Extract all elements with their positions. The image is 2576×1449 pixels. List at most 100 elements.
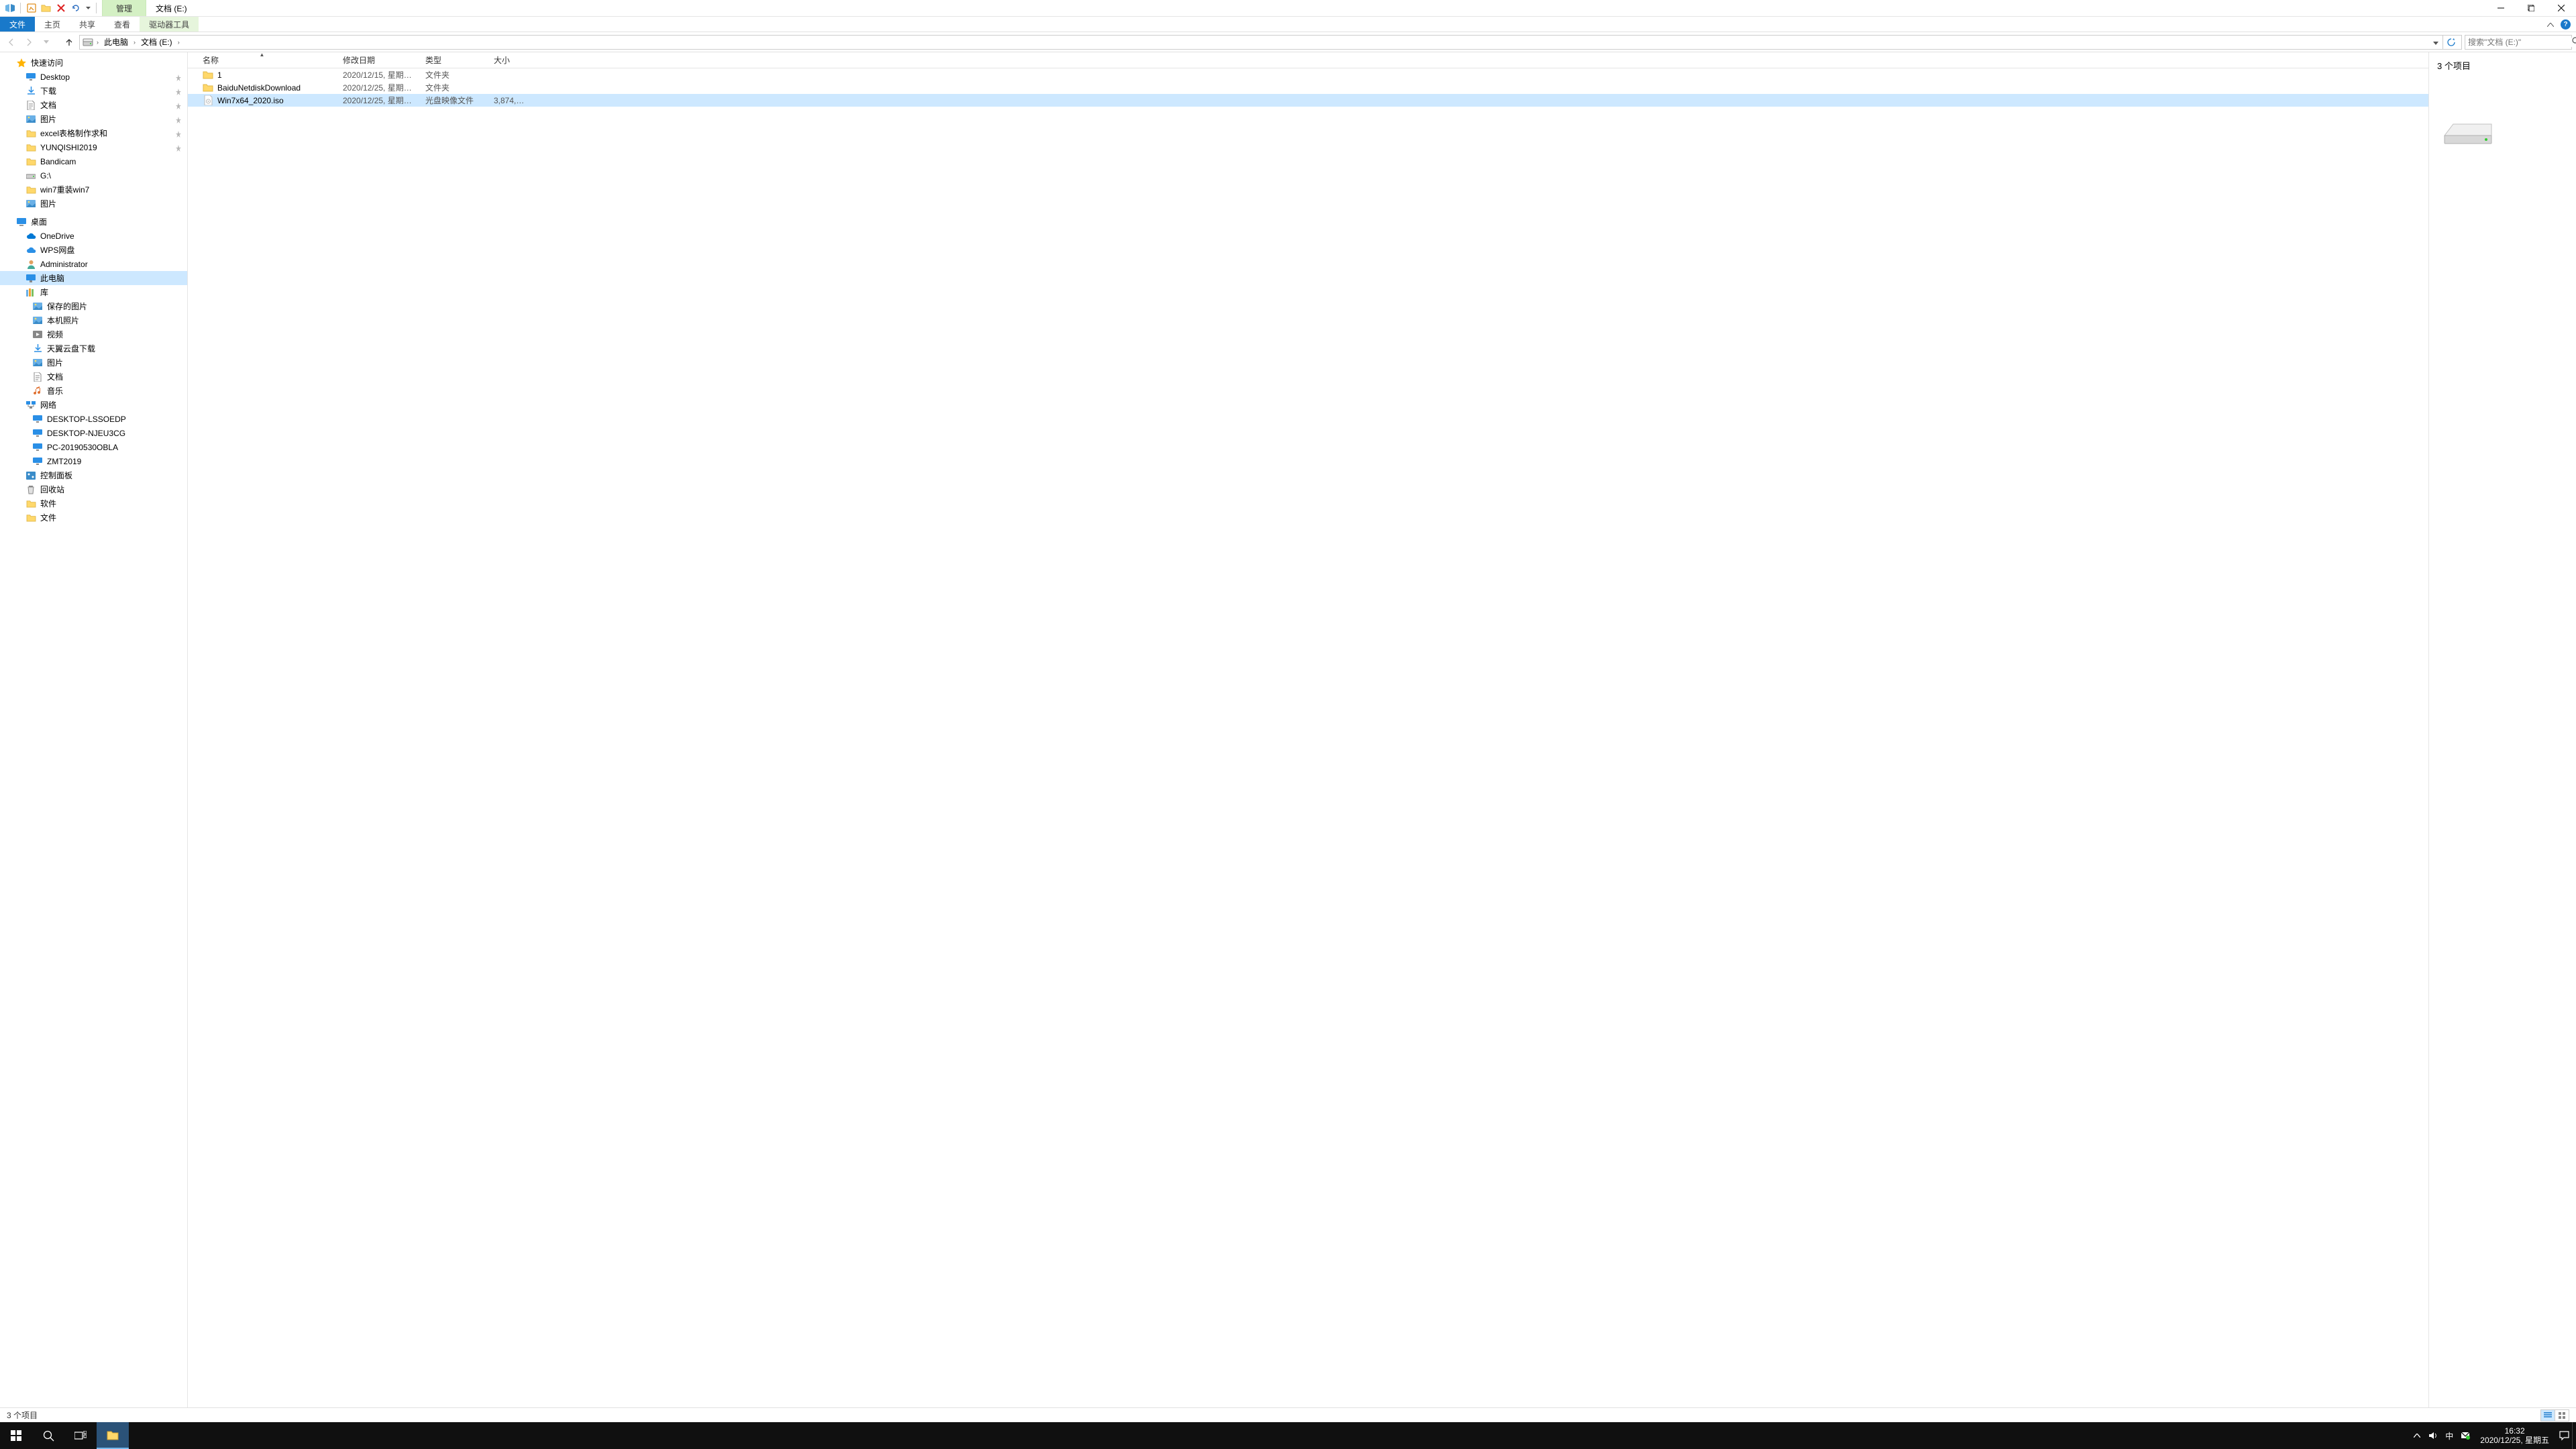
- nav-recent-dropdown[interactable]: [39, 35, 54, 50]
- tree-qa-item[interactable]: Desktop: [0, 70, 187, 84]
- breadcrumb-seg-root[interactable]: 此电脑: [102, 36, 130, 48]
- nav-up-button[interactable]: [62, 35, 76, 50]
- tree-label: 图片: [40, 113, 56, 125]
- col-name[interactable]: 名称▲: [188, 52, 336, 68]
- tree-user[interactable]: Administrator: [0, 257, 187, 271]
- tree-onedrive[interactable]: OneDrive: [0, 229, 187, 243]
- show-desktop-button[interactable]: [2572, 1422, 2576, 1449]
- item-icon: [32, 315, 43, 326]
- search-box[interactable]: [2465, 35, 2572, 50]
- file-row[interactable]: BaiduNetdiskDownload2020/12/25, 星期五 1...…: [188, 81, 2428, 94]
- action-center-icon[interactable]: [2556, 1422, 2572, 1449]
- taskbar: 中 16:32 2020/12/25, 星期五: [0, 1422, 2576, 1449]
- ribbon-expand-icon[interactable]: [2547, 19, 2554, 29]
- file-list[interactable]: 12020/12/15, 星期二 1...文件夹BaiduNetdiskDown…: [188, 68, 2428, 1407]
- ime-indicator[interactable]: 中: [2441, 1422, 2457, 1449]
- pin-icon: [175, 74, 182, 80]
- nav-back-button[interactable]: [4, 35, 19, 50]
- tree-wps[interactable]: WPS网盘: [0, 243, 187, 257]
- tree-lib-item[interactable]: 视频: [0, 327, 187, 341]
- search-icon[interactable]: [2572, 37, 2576, 48]
- col-type[interactable]: 类型: [419, 52, 487, 68]
- tree-qa-item[interactable]: excel表格制作求和: [0, 126, 187, 140]
- tree-lib-item[interactable]: 本机照片: [0, 313, 187, 327]
- tab-view[interactable]: 查看: [105, 17, 140, 32]
- tree-recycle[interactable]: 回收站: [0, 482, 187, 496]
- tree-qa-item[interactable]: 文档: [0, 98, 187, 112]
- tree-network[interactable]: 网络: [0, 398, 187, 412]
- tree-libraries[interactable]: 库: [0, 285, 187, 299]
- tree-lib-item[interactable]: 图片: [0, 356, 187, 370]
- nav-forward-button[interactable]: [21, 35, 36, 50]
- desktop-icon: [16, 217, 27, 227]
- tree-lib-item[interactable]: 音乐: [0, 384, 187, 398]
- help-icon[interactable]: ?: [2561, 19, 2571, 30]
- qat-delete-icon[interactable]: [55, 3, 66, 14]
- chevron-right-icon[interactable]: ›: [176, 39, 182, 46]
- tree-qa-item[interactable]: win7重装win7: [0, 182, 187, 197]
- qat-properties-icon[interactable]: [25, 3, 37, 14]
- tree-quick-access[interactable]: 快速访问: [0, 56, 187, 70]
- tree-software[interactable]: 软件: [0, 496, 187, 511]
- tray-app-icon[interactable]: [2457, 1422, 2473, 1449]
- qat-undo-icon[interactable]: [70, 3, 81, 14]
- tree-control-panel[interactable]: 控制面板: [0, 468, 187, 482]
- start-button[interactable]: [0, 1422, 32, 1449]
- taskbar-search-button[interactable]: [32, 1422, 64, 1449]
- tree-net-item[interactable]: DESKTOP-NJEU3CG: [0, 426, 187, 440]
- chevron-right-icon[interactable]: ›: [131, 39, 138, 46]
- file-row[interactable]: Win7x64_2020.iso2020/12/25, 星期五 1...光盘映像…: [188, 94, 2428, 107]
- window-controls: [2485, 0, 2576, 16]
- tree-qa-item[interactable]: Bandicam: [0, 154, 187, 168]
- tray-overflow-icon[interactable]: [2409, 1422, 2425, 1449]
- tree-lib-item[interactable]: 天翼云盘下载: [0, 341, 187, 356]
- search-input[interactable]: [2468, 38, 2572, 47]
- nav-tree[interactable]: 快速访问 Desktop下载文档图片excel表格制作求和YUNQISHI201…: [0, 52, 188, 1407]
- view-icons-button[interactable]: [2555, 1409, 2569, 1421]
- col-date[interactable]: 修改日期: [336, 52, 419, 68]
- tab-drive-tools[interactable]: 驱动器工具: [140, 17, 199, 32]
- breadcrumb-seg-1[interactable]: 文档 (E:): [139, 36, 174, 48]
- tree-label: Bandicam: [40, 157, 76, 166]
- refresh-button[interactable]: [2443, 35, 2459, 50]
- tab-home[interactable]: 主页: [35, 17, 70, 32]
- view-details-button[interactable]: [2540, 1409, 2555, 1421]
- tree-label: 图片: [47, 357, 63, 368]
- tree-label: 文件: [40, 512, 56, 523]
- tree-label: Administrator: [40, 260, 88, 269]
- taskbar-explorer-button[interactable]: [97, 1422, 129, 1449]
- app-icon[interactable]: [4, 3, 15, 14]
- tree-net-item[interactable]: PC-20190530OBLA: [0, 440, 187, 454]
- tree-lib-item[interactable]: 保存的图片: [0, 299, 187, 313]
- volume-icon[interactable]: [2425, 1422, 2441, 1449]
- qat-dropdown-icon[interactable]: [85, 0, 91, 16]
- preview-pane: 3 个项目: [2428, 52, 2576, 1407]
- close-button[interactable]: [2546, 0, 2576, 16]
- tree-net-item[interactable]: ZMT2019: [0, 454, 187, 468]
- tree-lib-item[interactable]: 文档: [0, 370, 187, 384]
- tree-docs[interactable]: 文件: [0, 511, 187, 525]
- tree-net-item[interactable]: DESKTOP-LSSOEDP: [0, 412, 187, 426]
- tab-file[interactable]: 文件: [0, 17, 35, 32]
- tree-qa-item[interactable]: G:\: [0, 168, 187, 182]
- qat-new-folder-icon[interactable]: [40, 3, 52, 14]
- tree-label: excel表格制作求和: [40, 127, 107, 139]
- breadcrumb[interactable]: › 此电脑 › 文档 (E:) ›: [79, 35, 2462, 50]
- tree-this-pc[interactable]: 此电脑: [0, 271, 187, 285]
- tree-qa-item[interactable]: 下载: [0, 84, 187, 98]
- tree-qa-item[interactable]: YUNQISHI2019: [0, 140, 187, 154]
- tree-qa-item[interactable]: 图片: [0, 197, 187, 211]
- tab-share[interactable]: 共享: [70, 17, 105, 32]
- maximize-button[interactable]: [2516, 0, 2546, 16]
- minimize-button[interactable]: [2485, 0, 2516, 16]
- tree-qa-item[interactable]: 图片: [0, 112, 187, 126]
- file-type: 文件夹: [419, 69, 487, 80]
- file-row[interactable]: 12020/12/15, 星期二 1...文件夹: [188, 68, 2428, 81]
- tree-desktop-root[interactable]: 桌面: [0, 215, 187, 229]
- col-size[interactable]: 大小: [487, 52, 534, 68]
- task-view-button[interactable]: [64, 1422, 97, 1449]
- taskbar-clock[interactable]: 16:32 2020/12/25, 星期五: [2473, 1426, 2556, 1446]
- chevron-right-icon[interactable]: ›: [95, 39, 101, 46]
- breadcrumb-history-dropdown[interactable]: [2430, 38, 2441, 47]
- file-icon: [203, 83, 213, 93]
